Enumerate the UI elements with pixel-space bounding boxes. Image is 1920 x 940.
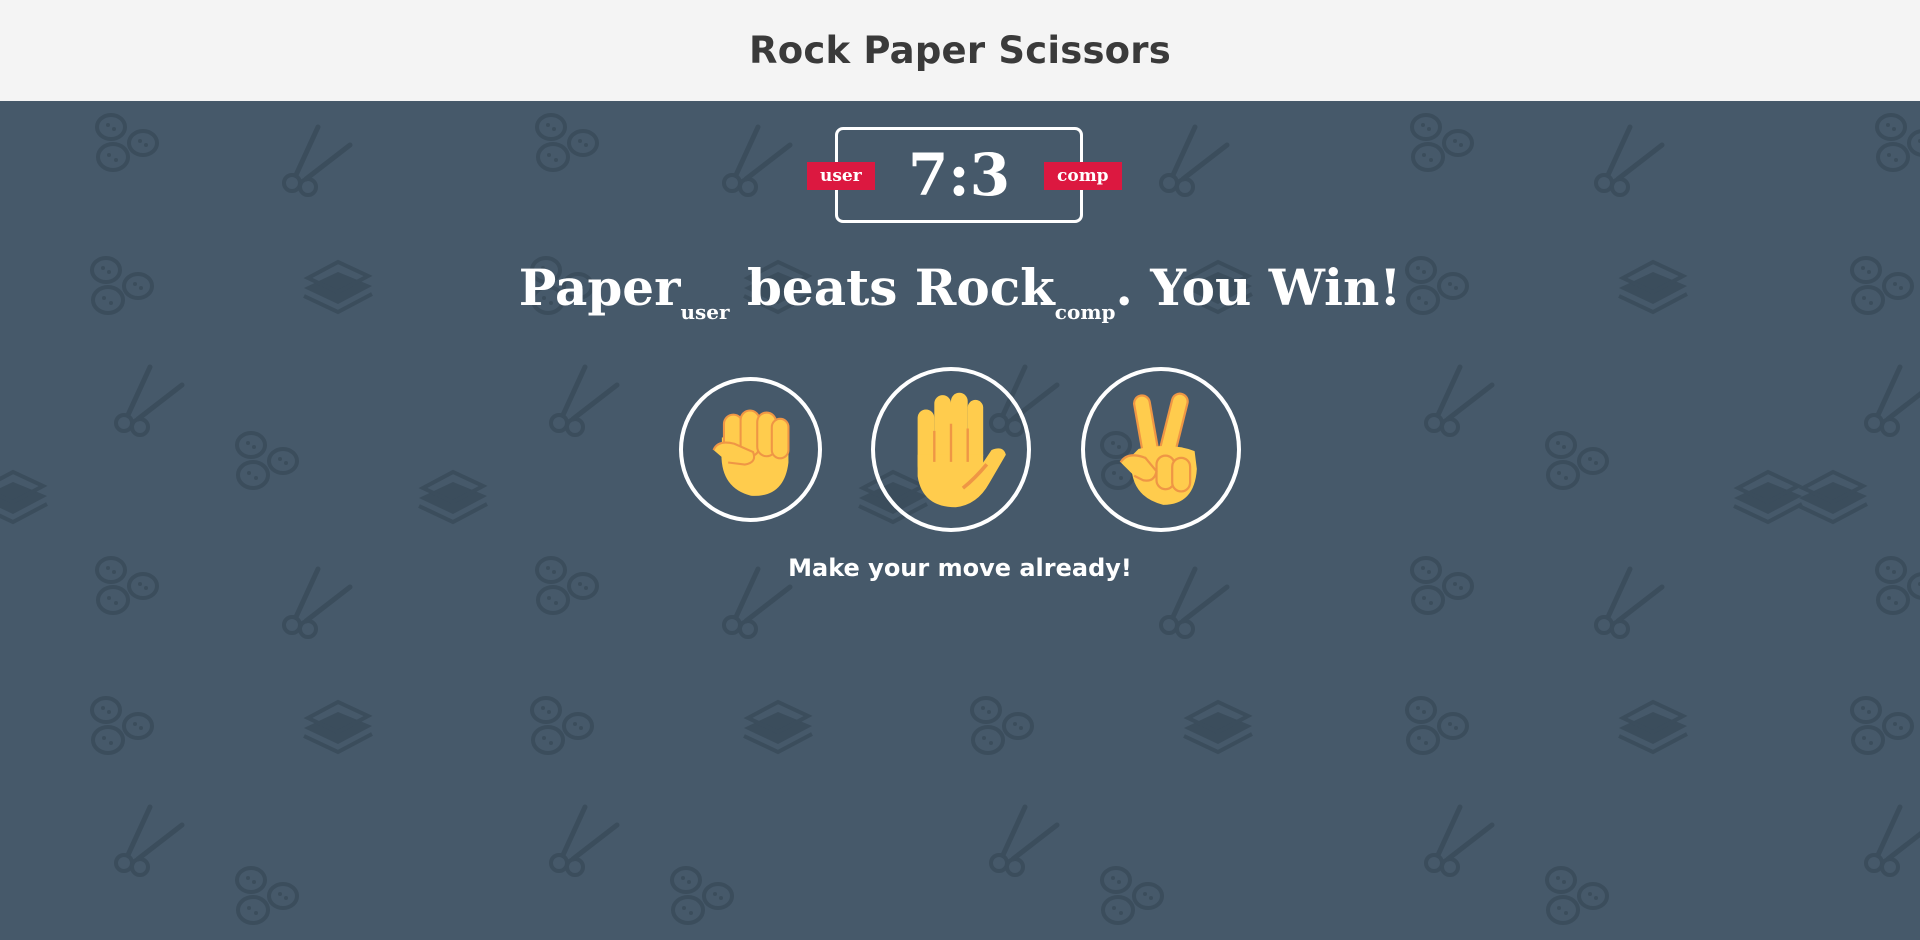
move-prompt: Make your move already! [788, 554, 1132, 582]
user-badge: user [807, 162, 875, 190]
raised-fist-icon [712, 408, 789, 496]
result-verb: beats [746, 258, 898, 317]
result-outcome: . You Win! [1115, 258, 1402, 317]
rock-button[interactable] [679, 377, 822, 522]
user-move-tag: user [680, 300, 730, 324]
paper-button[interactable] [871, 367, 1031, 532]
scissors-button[interactable] [1081, 367, 1241, 532]
user-move: Paper [518, 258, 681, 317]
comp-move: Rock [914, 258, 1055, 317]
game-board: 7:3 user comp Paperuser beats Rockcomp. … [0, 101, 1920, 940]
page-title: Rock Paper Scissors [749, 29, 1171, 72]
app-header: Rock Paper Scissors [0, 0, 1920, 101]
victory-hand-icon [1119, 392, 1197, 505]
score-display: 7:3 [907, 141, 1011, 209]
raised-hand-icon [917, 392, 1006, 507]
comp-badge: comp [1044, 162, 1122, 190]
comp-move-tag: comp [1054, 300, 1116, 324]
round-result: Paperuser beats Rockcomp. You Win! [0, 253, 1920, 323]
